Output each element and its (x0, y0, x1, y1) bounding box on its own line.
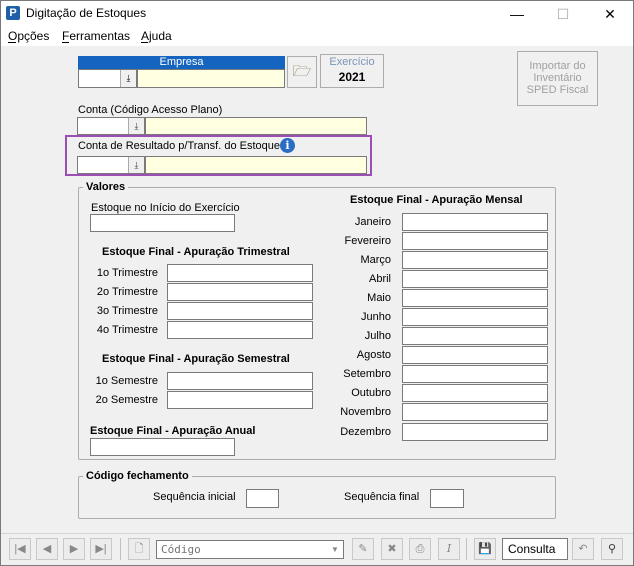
conta-code-field[interactable]: ⤓ (77, 117, 145, 135)
mes-setembro-field[interactable] (402, 365, 548, 383)
conta-resultado-desc-field[interactable] (145, 156, 367, 174)
mes-janeiro-label: Janeiro (354, 216, 391, 228)
conta-desc-field[interactable] (145, 117, 367, 135)
semestre-1-label: 1o Semestre (95, 375, 158, 387)
trimestre-3-label: 3o Trimestre (96, 305, 158, 317)
toolbar-separator (466, 538, 467, 560)
conta-resultado-code-field[interactable]: ⤓ (77, 156, 145, 174)
mes-outubro-field[interactable] (402, 384, 548, 402)
dropdown-arrow-icon[interactable]: ⤓ (128, 118, 144, 134)
trimestre-1-field[interactable] (167, 264, 313, 282)
undo-icon[interactable]: ↶ (572, 538, 594, 560)
mes-marco-field[interactable] (402, 251, 548, 269)
dropdown-arrow-icon[interactable]: ⤓ (128, 157, 144, 173)
trimestre-2-field[interactable] (167, 283, 313, 301)
mes-dezembro-field[interactable] (402, 423, 548, 441)
dropdown-arrow-icon[interactable]: ⤓ (120, 70, 136, 87)
empresa-code-field[interactable]: ⤓ (78, 69, 137, 88)
seq-final-label: Sequência final (344, 491, 420, 503)
toolbar-separator (120, 538, 121, 560)
mes-agosto-field[interactable] (402, 346, 548, 364)
maximize-button[interactable]: ☐ (540, 1, 586, 27)
italic-icon[interactable]: I (438, 538, 460, 560)
mensal-title: Estoque Final - Apuração Mensal (350, 194, 523, 206)
exercicio-label: Exercício (329, 56, 375, 68)
trimestre-3-field[interactable] (167, 302, 313, 320)
seq-inicial-label: Sequência inicial (153, 491, 236, 503)
seq-final-field[interactable] (430, 489, 464, 508)
menu-opcoes[interactable]: Opções (8, 29, 49, 43)
mes-outubro-label: Outubro (351, 387, 391, 399)
info-icon[interactable]: i (280, 138, 295, 153)
prev-record-icon[interactable]: ◀ (36, 538, 58, 560)
empresa-label: Empresa (78, 56, 285, 69)
mes-fevereiro-field[interactable] (402, 232, 548, 250)
binoculars-icon[interactable]: ⚲ (601, 538, 623, 560)
app-icon: P (6, 6, 20, 20)
mes-abril-field[interactable] (402, 270, 548, 288)
last-record-icon[interactable]: ▶| (90, 538, 112, 560)
codigo-fechamento-group (78, 476, 556, 519)
mode-status: Consulta (502, 538, 568, 560)
trimestre-1-label: 1o Trimestre (96, 267, 158, 279)
mes-junho-field[interactable] (402, 308, 548, 326)
inicio-field[interactable] (90, 214, 235, 232)
anual-field[interactable] (90, 438, 235, 456)
mes-julho-label: Julho (364, 330, 391, 342)
delete-icon[interactable]: ✖ (381, 538, 403, 560)
valores-title: Valores (83, 181, 129, 193)
new-document-icon[interactable]: 🗋 (128, 538, 150, 560)
mes-dezembro-label: Dezembro (340, 426, 391, 438)
trimestre-4-field[interactable] (167, 321, 313, 339)
mes-marco-label: Março (360, 254, 391, 266)
mes-agosto-label: Agosto (356, 349, 391, 361)
search-input[interactable] (159, 542, 327, 557)
mes-junho-label: Junho (361, 311, 391, 323)
semestral-title: Estoque Final - Apuração Semestral (102, 353, 290, 365)
empresa-name-field[interactable] (137, 69, 285, 88)
minimize-button[interactable]: — (494, 1, 540, 27)
conta-resultado-label: Conta de Resultado p/Transf. do Estoque (78, 140, 280, 152)
print-icon[interactable]: ⎙ (409, 538, 431, 560)
edit-icon[interactable]: ✎ (352, 538, 374, 560)
close-button[interactable]: ✕ (587, 1, 633, 27)
semestre-2-field[interactable] (167, 391, 313, 409)
trimestre-2-label: 2o Trimestre (96, 286, 158, 298)
trimestral-title: Estoque Final - Apuração Trimestral (102, 246, 290, 258)
anual-title: Estoque Final - Apuração Anual (90, 425, 256, 437)
chevron-down-icon[interactable]: ▼ (327, 541, 343, 558)
import-sped-button[interactable]: Importar do Inventário SPED Fiscal (517, 51, 598, 106)
next-record-icon[interactable]: ▶ (63, 538, 85, 560)
mes-fevereiro-label: Fevereiro (344, 235, 391, 247)
menu-mnemonic-f (62, 42, 69, 43)
folder-open-icon[interactable]: 🗁 (287, 56, 317, 88)
menu-ajuda[interactable]: Ajuda (141, 29, 172, 43)
mes-abril-label: Abril (368, 273, 391, 285)
window-title: Digitação de Estoques (26, 6, 147, 20)
mes-novembro-label: Novembro (340, 406, 391, 418)
conta-label: Conta (Código Acesso Plano) (78, 104, 223, 116)
mes-maio-field[interactable] (402, 289, 548, 307)
mes-julho-field[interactable] (402, 327, 548, 345)
mes-maio-label: Maio (367, 292, 391, 304)
mes-janeiro-field[interactable] (402, 213, 548, 231)
save-icon[interactable]: 💾 (474, 538, 496, 560)
mes-novembro-field[interactable] (402, 403, 548, 421)
exercicio-value: 2021 (338, 70, 366, 84)
seq-inicial-field[interactable] (246, 489, 279, 508)
menu-mnemonic-a (141, 42, 148, 43)
inicio-label: Estoque no Início do Exercício (91, 202, 240, 214)
trimestre-4-label: 4o Trimestre (96, 324, 158, 336)
semestre-2-label: 2o Semestre (95, 394, 158, 406)
mes-setembro-label: Setembro (343, 368, 391, 380)
search-combo[interactable]: ▼ (156, 540, 344, 559)
first-record-icon[interactable]: |◀ (9, 538, 31, 560)
menu-mnemonic-o (8, 42, 16, 43)
codigo-fechamento-title: Código fechamento (83, 470, 192, 482)
menu-ferramentas[interactable]: Ferramentas (62, 29, 130, 43)
semestre-1-field[interactable] (167, 372, 313, 390)
